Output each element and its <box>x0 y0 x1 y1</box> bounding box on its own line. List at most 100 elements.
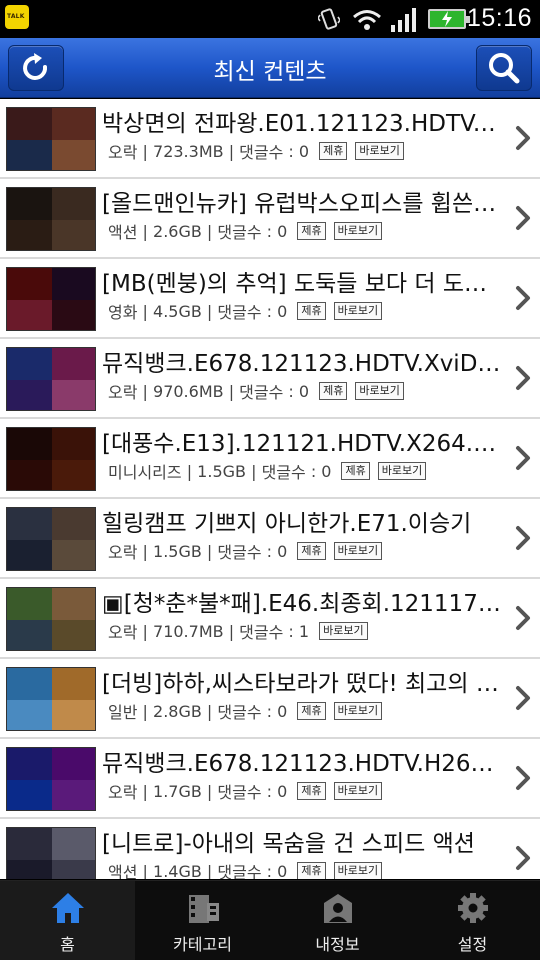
meta-separator: | <box>137 861 154 880</box>
list-item[interactable]: ▣[청*춘*불*패].E46.최종회.121117.450p 오락 | 710.7… <box>0 579 540 659</box>
comments-label: 댓글수 <box>239 623 284 642</box>
list-item[interactable]: [니트로]-아내의 목숨을 건 스피드 액션 액션 | 1.4GB | 댓글수 :… <box>0 819 540 879</box>
meta-separator: | <box>246 461 262 481</box>
partner-badge: 제휴 <box>297 862 326 879</box>
comment-count: 1 <box>298 621 310 641</box>
meta-separator: | <box>201 301 218 321</box>
meta-separator: | <box>137 381 154 401</box>
comment-count: 0 <box>277 301 288 321</box>
chevron-right-icon <box>516 206 530 230</box>
meta-colon: : <box>261 701 278 721</box>
meta-separator: | <box>181 461 198 481</box>
item-size: 1.7GB <box>153 781 202 801</box>
watch-now-badge[interactable]: 바로보기 <box>355 142 404 160</box>
watch-now-badge[interactable]: 바로보기 <box>333 222 383 240</box>
signal-icon <box>391 8 416 32</box>
item-category: 오락 <box>108 143 138 162</box>
tab-profile[interactable]: 내정보 <box>270 881 405 960</box>
film-category-icon <box>188 895 219 923</box>
meta-colon: : <box>283 141 299 161</box>
comments-label: 댓글수 <box>217 303 262 322</box>
bottom-tab-bar: 홈 카테고리 내정보 설정 <box>0 880 540 960</box>
status-bar: TALK 15:16 <box>0 0 540 38</box>
watch-now-badge[interactable]: 바로보기 <box>319 622 368 640</box>
watch-now-badge[interactable]: 바로보기 <box>333 702 383 720</box>
tab-category[interactable]: 카테고리 <box>135 881 270 960</box>
list-item[interactable]: 힐링캠프 기쁘지 아니한가.E71.이승기 오락 | 1.5GB | 댓글수 : … <box>0 499 540 579</box>
watch-now-badge[interactable]: 바로보기 <box>333 302 383 320</box>
comments-label: 댓글수 <box>217 703 262 722</box>
comments-label: 댓글수 <box>261 463 306 482</box>
comments-label: 댓글수 <box>239 383 284 402</box>
chevron-right-icon <box>516 286 530 310</box>
search-button[interactable] <box>476 45 532 91</box>
list-item[interactable]: 뮤직뱅크.E678.121123.HDTV.H264.720p오락 | 1.7G… <box>0 739 540 819</box>
home-icon <box>51 893 84 923</box>
search-icon <box>489 53 520 84</box>
list-item[interactable]: [더빙]하하,씨스타보라가 떴다! 최고의 애니 일반 | 2.8GB | 댓글수… <box>0 659 540 739</box>
partner-badge: 제휴 <box>341 462 370 480</box>
item-title: 박상면의 전파왕.E01.121123.HDTV.XviD-2050 <box>102 111 502 137</box>
gear-icon <box>457 893 488 923</box>
meta-colon: : <box>283 381 299 401</box>
chevron-right-icon <box>516 686 530 710</box>
tab-label: 홈 <box>60 935 75 954</box>
list-item[interactable]: [대풍수.E13].121121.HDTV.X264.720p 미니시리즈 | 1… <box>0 419 540 499</box>
meta-separator: | <box>223 621 240 641</box>
partner-badge: 제휴 <box>297 542 326 560</box>
watch-now-badge[interactable]: 바로보기 <box>333 542 383 560</box>
item-size: 1.5GB <box>153 541 202 561</box>
item-meta: 미니시리즈 | 1.5GB | 댓글수 : 0 제휴 바로보기 <box>108 459 427 483</box>
comments-label: 댓글수 <box>217 783 262 802</box>
list-item[interactable]: [MB(멘붕)의 추억] 도둑들 보다 더 도둑같은 영화 | 4.5GB | 댓… <box>0 259 540 339</box>
list-item[interactable]: 박상면의 전파왕.E01.121123.HDTV.XviD-2050오락 | 7… <box>0 99 540 179</box>
item-title: 뮤직뱅크.E678.121123.HDTV.H264.720p <box>102 751 502 777</box>
partner-badge: 제휴 <box>319 142 348 160</box>
tab-settings[interactable]: 설정 <box>405 881 540 960</box>
comment-count: 0 <box>321 461 332 481</box>
comment-count: 0 <box>277 221 288 241</box>
watch-now-badge[interactable]: 바로보기 <box>377 462 427 480</box>
comments-label: 댓글수 <box>217 863 262 879</box>
tab-home[interactable]: 홈 <box>0 881 135 960</box>
comment-count: 0 <box>277 781 288 801</box>
meta-colon: : <box>261 861 278 880</box>
item-size: 2.8GB <box>153 701 202 721</box>
list-item[interactable]: [올드맨인뉴카] 유럽박스오피스를 휩쓴 영화 액션 | 2.6GB | 댓글수 … <box>0 179 540 259</box>
item-meta: 오락 | 1.7GB | 댓글수 : 0 제휴 바로보기 <box>108 779 383 803</box>
meta-colon: : <box>261 221 278 241</box>
partner-badge: 제휴 <box>319 382 348 400</box>
watch-now-badge[interactable]: 바로보기 <box>333 782 383 800</box>
watch-now-badge[interactable]: 바로보기 <box>333 862 383 879</box>
kakaotalk-icon-text: TALK <box>7 13 25 20</box>
item-meta: 영화 | 4.5GB | 댓글수 : 0 제휴 바로보기 <box>108 299 383 323</box>
chevron-right-icon <box>516 126 530 150</box>
list-item[interactable]: 뮤직뱅크.E678.121123.HDTV.XviD-2050 오락 | 970.… <box>0 339 540 419</box>
watch-now-badge[interactable]: 바로보기 <box>355 382 404 400</box>
item-category: 오락 <box>108 543 138 562</box>
comment-count: 0 <box>298 381 310 401</box>
item-category: 미니시리즈 <box>108 463 182 482</box>
battery-charging-icon <box>428 9 470 29</box>
item-size: 1.5GB <box>197 461 246 481</box>
item-title: ▣[청*춘*불*패].E46.최종회.121117.450p <box>102 591 502 617</box>
chevron-right-icon <box>516 526 530 550</box>
video-thumbnail <box>6 347 96 411</box>
meta-separator: | <box>223 141 240 161</box>
meta-separator: | <box>137 301 154 321</box>
partner-badge: 제휴 <box>297 222 326 240</box>
video-thumbnail <box>6 667 96 731</box>
item-title: [더빙]하하,씨스타보라가 떴다! 최고의 애니 <box>102 671 502 697</box>
partner-badge: 제휴 <box>297 782 326 800</box>
item-category: 오락 <box>108 623 138 642</box>
item-category: 영화 <box>108 303 138 322</box>
item-meta: 오락 | 1.5GB | 댓글수 : 0 제휴 바로보기 <box>108 539 383 563</box>
content-list: 박상면의 전파왕.E01.121123.HDTV.XviD-2050오락 | 7… <box>0 99 540 879</box>
item-title: [대풍수.E13].121121.HDTV.X264.720p <box>102 431 502 457</box>
chevron-right-icon <box>516 606 530 630</box>
app-header: 최신 컨텐츠 <box>0 38 540 98</box>
meta-colon: : <box>305 461 322 481</box>
video-thumbnail <box>6 587 96 651</box>
meta-separator: | <box>137 701 154 721</box>
meta-separator: | <box>137 221 154 241</box>
